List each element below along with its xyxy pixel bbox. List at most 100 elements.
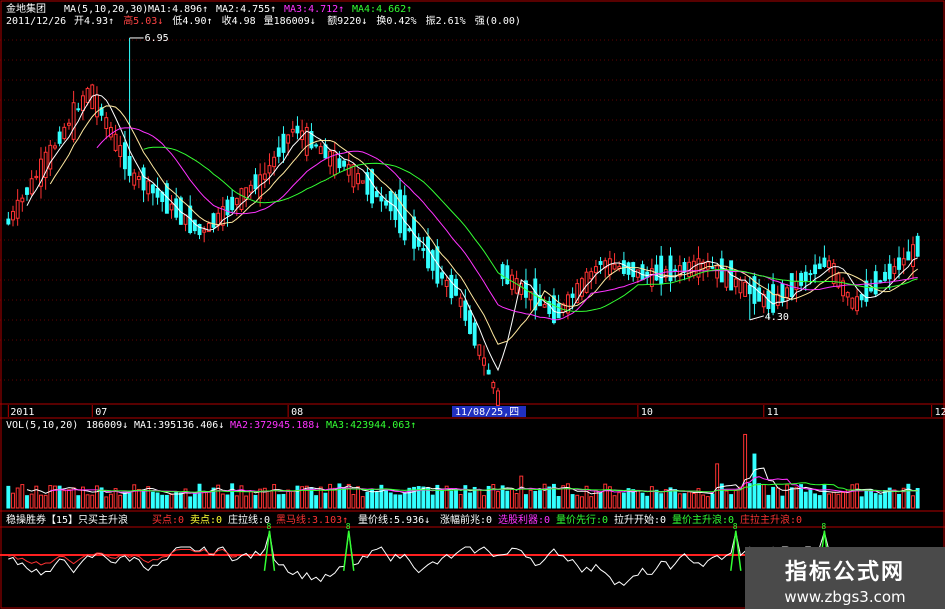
volume-bar	[687, 491, 692, 509]
candle-body-down	[440, 272, 444, 279]
volume-bar	[286, 489, 291, 509]
price-marker-label: 6.95	[145, 33, 169, 44]
candle-body-down	[799, 272, 804, 286]
candle-body-up	[593, 266, 598, 274]
watermark-url: www.zbgs3.com	[784, 588, 906, 606]
volume-bar	[813, 493, 818, 509]
indicator-label-2: 卖点:0	[190, 514, 222, 526]
candle	[626, 261, 631, 281]
candle-body-up	[169, 203, 174, 211]
candle	[733, 271, 738, 295]
candle	[113, 124, 118, 153]
candle-body-down	[342, 160, 347, 167]
candle	[584, 267, 589, 294]
candle-body-down	[430, 250, 435, 271]
ma-value-3: MA3:4.712↑	[284, 4, 344, 15]
volume-bar	[663, 489, 668, 509]
vol-value: 186009↓	[86, 420, 128, 431]
candle-body-up	[267, 165, 272, 174]
volume-bar	[645, 495, 650, 509]
candle	[155, 177, 160, 205]
candle	[612, 253, 617, 271]
candle	[761, 290, 766, 314]
signal-peak	[343, 530, 355, 571]
volume-bar	[691, 493, 696, 509]
volume-bar	[71, 487, 76, 509]
x-tick-label: 11	[767, 407, 779, 418]
volume-bar	[468, 492, 472, 509]
volume-bar	[603, 483, 608, 509]
candle	[416, 233, 421, 251]
candle-body-down	[197, 223, 202, 236]
volume-bar	[25, 495, 29, 509]
volume-bar	[458, 493, 463, 509]
candle-body-down	[771, 284, 776, 313]
volume-bar	[220, 493, 225, 509]
candle	[477, 344, 482, 360]
candle	[192, 219, 197, 235]
candle-body-up	[738, 279, 743, 294]
candle-body-up	[743, 281, 748, 297]
volume-bar	[90, 494, 95, 509]
candle	[705, 252, 710, 278]
candle-body-up	[272, 156, 277, 168]
volume-bar	[440, 489, 444, 509]
candle	[482, 345, 486, 376]
volume-bar	[398, 494, 402, 509]
candle	[290, 121, 295, 138]
volume-bar	[822, 484, 827, 509]
price-marker-line	[749, 315, 764, 321]
candle-body-down	[789, 273, 794, 297]
volume-bar	[29, 493, 34, 509]
candle-body-down	[757, 287, 762, 302]
candle	[76, 102, 81, 112]
candle	[850, 297, 855, 311]
candle-body-up	[715, 265, 720, 279]
volume-bar	[510, 488, 514, 509]
volume-bar	[579, 496, 584, 509]
x-tick-label: 10	[641, 407, 653, 418]
indicator-label-7: 选股利器:0	[498, 513, 550, 526]
candle	[775, 285, 780, 310]
candle	[500, 261, 505, 287]
candle	[841, 277, 846, 302]
volume-bar	[827, 493, 832, 509]
candle	[80, 90, 85, 121]
candle-body-up	[146, 180, 151, 195]
volume-bar	[15, 487, 20, 509]
candle-body-down	[645, 271, 650, 278]
candle-body-up	[290, 128, 295, 133]
volume-bar	[771, 486, 776, 509]
volume-bar	[635, 489, 640, 509]
candle	[314, 142, 319, 149]
volume-bar	[281, 493, 286, 509]
candle-body-up	[482, 357, 486, 366]
candle	[491, 380, 496, 394]
volume-bar	[11, 492, 15, 509]
candle-body-up	[901, 258, 906, 266]
volume-panel	[6, 433, 920, 509]
volume-bar	[132, 484, 137, 509]
volume-bar	[67, 489, 71, 509]
candle	[169, 195, 174, 219]
volume-bar	[547, 486, 552, 509]
candle	[659, 246, 664, 296]
candle	[356, 168, 361, 191]
candle	[39, 147, 43, 199]
volume-bar	[496, 491, 500, 509]
candle-body-up	[836, 273, 841, 288]
volume-bar	[654, 489, 659, 509]
candle-body-down	[76, 108, 81, 111]
candle	[654, 255, 659, 282]
volume-bar	[169, 494, 174, 509]
volume-bar	[612, 495, 617, 509]
volume-bar	[43, 494, 48, 509]
candle	[379, 186, 384, 212]
candle-body-down	[253, 174, 258, 190]
candle-body-down	[276, 147, 281, 157]
candle-body-up	[691, 260, 696, 277]
candle	[743, 276, 748, 297]
volume-bar	[556, 496, 561, 509]
candle-body-up	[733, 278, 738, 288]
candle	[67, 118, 71, 130]
